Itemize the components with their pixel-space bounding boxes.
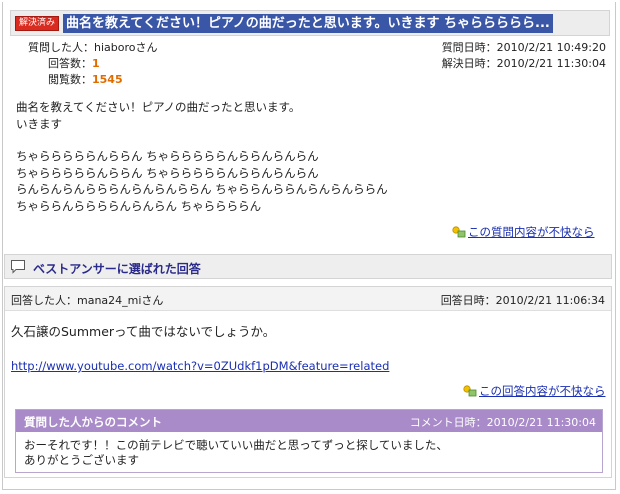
comment-line: ありがとうございます (24, 453, 139, 467)
speech-bubble-icon (11, 260, 25, 274)
answer-count-row: 回答数：1 (28, 56, 288, 72)
asker-comment-box: 質問した人からのコメント コメント日時：2010/2/21 11:30:04 お… (15, 409, 603, 473)
view-count-row: 閲覧数：1545 (28, 72, 288, 88)
melody-line: ちゃらららららんららん ちゃらららららんららんらんらん (16, 149, 319, 163)
comment-label: 質問した人からのコメント (24, 415, 162, 429)
resolved-time: 解決日時：2010/2/21 11:30:04 (441, 57, 606, 70)
report-question-label: この質問内容が不快なら (468, 225, 595, 239)
question-line: 曲名を教えてください！ピアノの曲だったと思います。 (16, 100, 301, 114)
comment-time: コメント日時：2010/2/21 11:30:04 (409, 416, 596, 429)
question-title-bar: 解決済み 曲名を教えてください！ピアノの曲だったと思います。いきます ちゃららら… (10, 10, 610, 36)
asked-time: 質問日時：2010/2/21 10:49:20 (441, 41, 606, 54)
best-answer-box: 回答した人：mana24_miさん 回答日時：2010/2/21 11:06:3… (4, 286, 612, 478)
asker-label: 質問した人： (28, 41, 94, 54)
question-meta: 質問した人：hiaboroさん 回答数：1 閲覧数：1545 (28, 40, 288, 88)
melody-line: ちゃらららららんららん ちゃらららららんららんらんらん (16, 165, 319, 180)
question-line: いきます (16, 116, 62, 131)
question-title: 曲名を教えてください！ピアノの曲だったと思います。いきます ちゃららららら... (63, 14, 553, 33)
answer-text: 久石譲のSummerって曲ではないでしょうか。 (11, 324, 276, 339)
best-answer-label: ベストアンサーに選ばれた回答 (33, 262, 201, 276)
comment-line: おーそれです！！この前テレビで聴いていい曲だと思ってずっと探していました、 (24, 438, 448, 452)
comment-header: 質問した人からのコメント コメント日時：2010/2/21 11:30:04 (16, 410, 602, 432)
report-flag-icon (463, 385, 477, 397)
answer-meta: 回答した人：mana24_miさん 回答日時：2010/2/21 11:06:3… (5, 287, 611, 311)
asker-name[interactable]: hiaboroさん (94, 41, 158, 54)
report-question-link[interactable]: この質問内容が不快なら (452, 224, 595, 240)
melody-line: ちゃららんららららんらんらん ちゃららららん (16, 198, 262, 213)
answer-count-label: 回答数： (48, 57, 92, 70)
view-count: 1545 (92, 73, 123, 86)
best-answer-header: ベストアンサーに選ばれた回答 (4, 254, 612, 279)
answered-time: 回答日時：2010/2/21 11:06:34 (440, 294, 605, 307)
melody-line: らんらんらんらららんらんらんららん ちゃららんららんらんらんららん (16, 182, 388, 196)
resolved-badge: 解決済み (15, 16, 60, 31)
answer-url-link[interactable]: http://www.youtube.com/watch?v=0ZUdkf1pD… (11, 359, 389, 373)
comment-body: おーそれです！！この前テレビで聴いていい曲だと思ってずっと探していました、 あり… (24, 438, 448, 468)
asker-row: 質問した人：hiaboroさん (28, 40, 288, 56)
question-dates: 質問日時：2010/2/21 10:49:20 解決日時：2010/2/21 1… (442, 40, 606, 72)
question-body: 曲名を教えてください！ピアノの曲だったと思います。 いきます ちゃらららららんら… (16, 99, 596, 214)
answerer: 回答した人：mana24_miさん (11, 294, 164, 307)
answer-count: 1 (92, 57, 100, 70)
report-answer-label: この回答内容が不快なら (479, 384, 606, 398)
view-count-label: 閲覧数： (48, 73, 92, 86)
report-flag-icon (452, 226, 466, 238)
report-answer-link[interactable]: この回答内容が不快なら (463, 383, 606, 399)
